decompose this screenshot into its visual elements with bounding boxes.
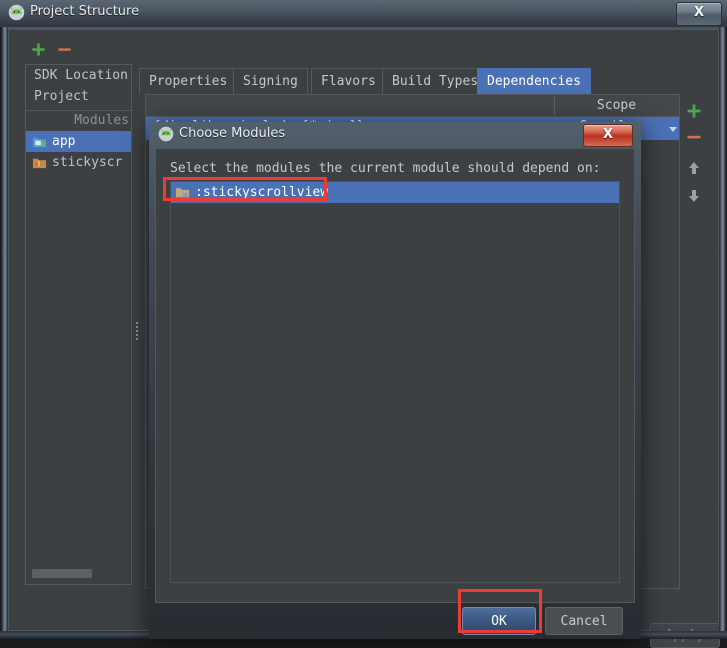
chevron-down-icon[interactable] — [669, 127, 677, 132]
dialog-body: Select the modules the current module sh… — [155, 148, 635, 603]
screen: Project Structure X SDK Location Project… — [0, 0, 727, 648]
dialog-prompt: Select the modules the current module sh… — [170, 161, 601, 176]
close-icon: X — [602, 127, 614, 142]
remove-dependency-button[interactable] — [683, 126, 705, 148]
dependencies-table-header: Scope — [146, 95, 679, 117]
arrow-up-icon — [689, 162, 699, 174]
sidebar-item-label: SDK Location — [34, 68, 128, 83]
module-app-icon — [32, 137, 47, 148]
plus-icon — [687, 104, 701, 118]
sidebar-item-project[interactable]: Project — [26, 86, 131, 107]
tab-flavors[interactable]: Flavors — [311, 68, 386, 94]
dialog-title: Choose Modules — [179, 126, 286, 141]
android-studio-icon — [8, 4, 25, 21]
window-close-button[interactable]: X — [676, 2, 722, 26]
move-down-button[interactable] — [683, 185, 705, 207]
sidebar-item-label: stickyscr — [52, 155, 123, 170]
sidebar-group-modules: Modules — [26, 110, 131, 131]
dialog-footer: OK Cancel — [149, 603, 641, 639]
sidebar-splitter-handle[interactable] — [134, 320, 140, 346]
tab-dependencies[interactable]: Dependencies — [477, 68, 591, 94]
add-module-icon[interactable] — [31, 42, 46, 57]
add-dependency-button[interactable] — [683, 100, 705, 122]
sidebar-item-stickyscrollview[interactable]: stickyscr — [26, 152, 131, 173]
choose-modules-dialog: Choose Modules X Select the modules the … — [149, 122, 641, 639]
module-tabs: Properties Signing Flavors Build Types D… — [139, 68, 609, 94]
window-titlebar: Project Structure X — [0, 0, 727, 27]
sidebar-item-sdk-location[interactable]: SDK Location — [26, 65, 131, 86]
window-left-edge — [0, 27, 8, 639]
tab-properties[interactable]: Properties — [139, 68, 238, 94]
column-header-scope[interactable]: Scope — [554, 95, 679, 116]
sidebar-item-label: Project — [34, 89, 89, 104]
module-label: :stickyscrollview — [195, 185, 329, 200]
remove-module-icon[interactable] — [57, 42, 72, 57]
close-icon: X — [693, 5, 705, 20]
window-title: Project Structure — [30, 4, 140, 19]
modules-list[interactable]: :stickyscrollview — [170, 181, 620, 583]
list-item[interactable]: :stickyscrollview — [171, 182, 619, 203]
window-right-edge — [719, 27, 727, 639]
android-studio-icon — [158, 126, 174, 142]
minus-icon — [687, 135, 701, 139]
dependency-actions-toolbar — [683, 100, 707, 210]
cancel-button[interactable]: Cancel — [545, 607, 623, 635]
tab-build-types[interactable]: Build Types — [382, 68, 489, 94]
sidebar-item-label: app — [52, 134, 76, 149]
dialog-titlebar: Choose Modules X — [149, 122, 641, 148]
module-folder-icon — [175, 188, 190, 198]
tab-signing[interactable]: Signing — [233, 68, 308, 94]
module-library-icon — [32, 158, 47, 169]
sidebar-item-app[interactable]: app — [26, 131, 131, 152]
move-up-button[interactable] — [683, 157, 705, 179]
sidebar-toolbar — [25, 40, 135, 62]
ok-button[interactable]: OK — [462, 607, 536, 635]
dialog-close-button[interactable]: X — [583, 124, 633, 147]
sidebar-list[interactable]: SDK Location Project Modules app stickys… — [25, 64, 132, 585]
arrow-down-icon — [689, 190, 699, 202]
sidebar-horizontal-scrollbar[interactable] — [32, 569, 92, 578]
